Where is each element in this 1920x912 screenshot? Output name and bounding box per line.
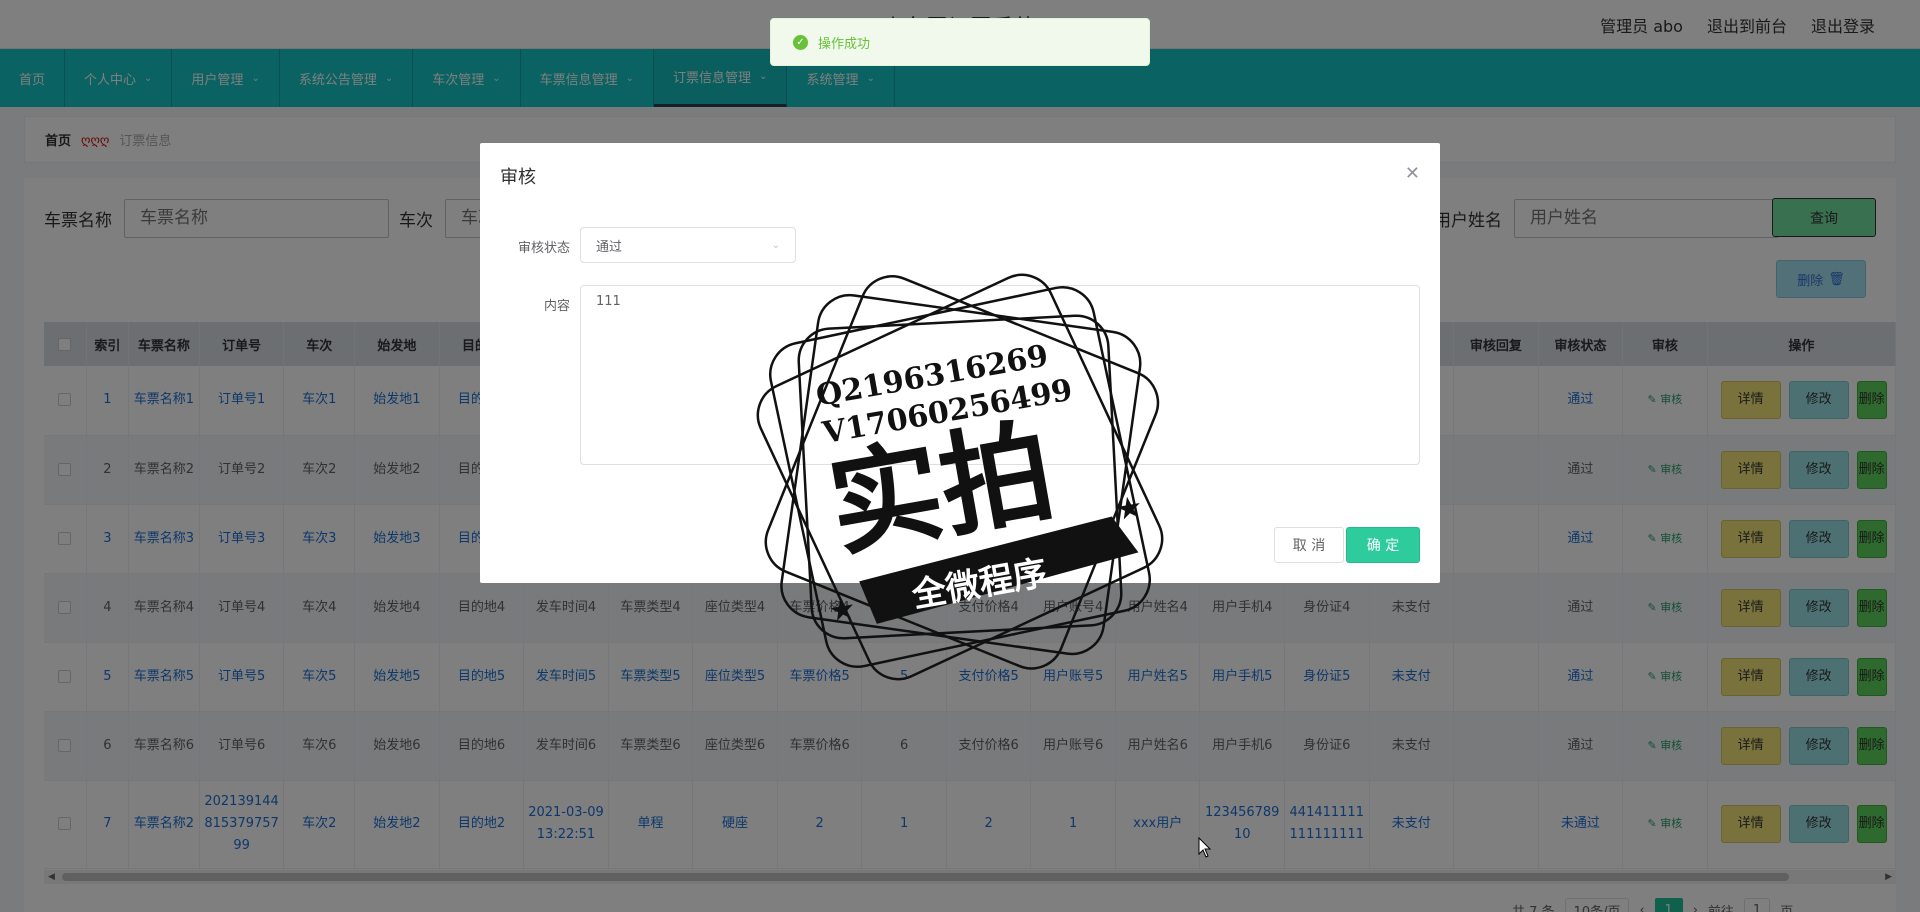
star-icon: ★ (826, 591, 859, 630)
mouse-cursor-icon (1198, 837, 1212, 858)
audit-status-select[interactable]: 通过 ⌄ (580, 227, 796, 263)
chevron-down-icon: ⌄ (771, 239, 780, 251)
star-icon: ★ (1113, 489, 1146, 528)
cancel-button[interactable]: 取 消 (1274, 527, 1344, 563)
dialog-title: 审核 (500, 167, 536, 188)
status-label: 审核状态 (517, 241, 570, 256)
success-toast: ✓ 操作成功 (770, 18, 1150, 66)
audit-status-value: 通过 (596, 239, 623, 255)
close-icon[interactable]: ✕ (1405, 163, 1420, 184)
toast-text: 操作成功 (818, 36, 871, 52)
watermark-stamp: Q2196316269 V17060256499 实拍 全微程序 ★ ★ (756, 273, 1164, 681)
confirm-button[interactable]: 确 定 (1346, 527, 1420, 563)
content-label: 内容 (543, 299, 570, 314)
check-circle-icon: ✓ (793, 34, 808, 50)
